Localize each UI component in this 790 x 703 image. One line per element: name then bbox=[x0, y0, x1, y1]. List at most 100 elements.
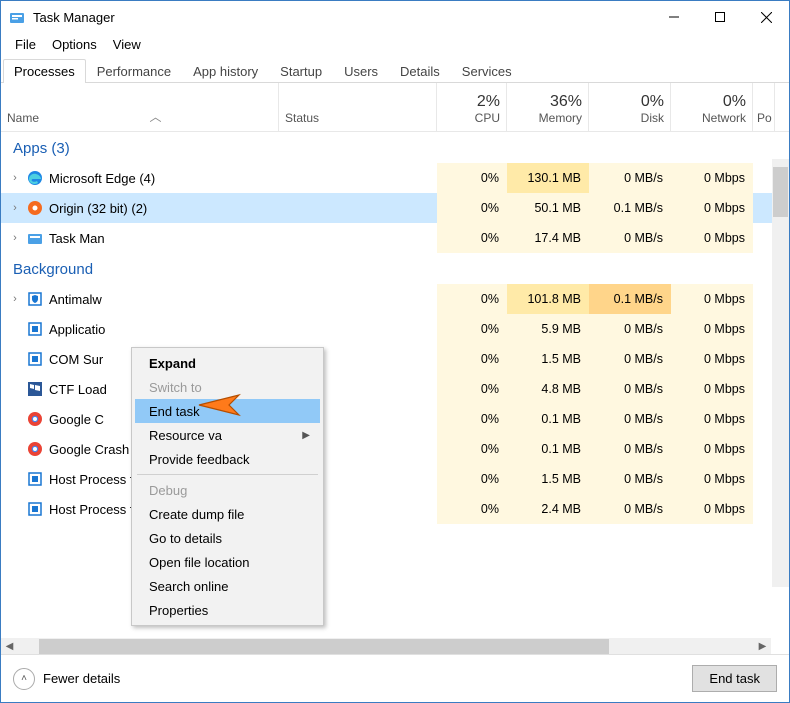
ctx-open-location[interactable]: Open file location bbox=[135, 550, 320, 574]
network-cell: 0 Mbps bbox=[671, 494, 753, 524]
chevron-right-icon: ▶ bbox=[302, 430, 310, 441]
scrollbar-thumb[interactable] bbox=[39, 639, 609, 654]
menu-options[interactable]: Options bbox=[44, 35, 105, 54]
process-icon bbox=[27, 351, 43, 367]
scroll-right-icon[interactable]: ▶ bbox=[754, 638, 771, 655]
process-name: COM Sur bbox=[49, 352, 103, 367]
network-cell: 0 Mbps bbox=[671, 284, 753, 314]
scroll-left-icon[interactable]: ◀ bbox=[1, 638, 18, 655]
ctx-go-to-details[interactable]: Go to details bbox=[135, 526, 320, 550]
ctx-properties[interactable]: Properties bbox=[135, 598, 320, 622]
menu-file[interactable]: File bbox=[7, 35, 44, 54]
disk-cell: 0 MB/s bbox=[589, 464, 671, 494]
scrollbar-thumb[interactable] bbox=[773, 167, 788, 217]
minimize-button[interactable] bbox=[651, 1, 697, 33]
ctx-search-online[interactable]: Search online bbox=[135, 574, 320, 598]
tab-startup[interactable]: Startup bbox=[269, 59, 333, 83]
process-name: Task Man bbox=[49, 231, 105, 246]
expand-chevron-icon[interactable]: › bbox=[7, 202, 23, 214]
expand-chevron-icon[interactable]: › bbox=[7, 232, 23, 244]
memory-cell: 130.1 MB bbox=[507, 163, 589, 193]
group-apps[interactable]: Apps (3) bbox=[1, 132, 789, 163]
col-overflow[interactable]: 0Po bbox=[753, 83, 775, 131]
close-button[interactable] bbox=[743, 1, 789, 33]
tab-services[interactable]: Services bbox=[451, 59, 523, 83]
process-row[interactable]: › Origin (32 bit) (2) 0%50.1 MB0.1 MB/s0 M… bbox=[1, 193, 789, 223]
menubar: File Options View bbox=[1, 33, 789, 55]
process-row[interactable]: Host Process for Windows Tasks0%2.4 MB0 … bbox=[1, 494, 789, 524]
process-icon bbox=[27, 291, 43, 307]
tab-performance[interactable]: Performance bbox=[86, 59, 182, 83]
col-network[interactable]: 0%Network bbox=[671, 83, 753, 131]
process-row[interactable]: COM Sur0%1.5 MB0 MB/s0 Mbps bbox=[1, 344, 789, 374]
memory-cell: 4.8 MB bbox=[507, 374, 589, 404]
horizontal-scrollbar[interactable]: ◀ ▶ bbox=[1, 638, 771, 655]
tab-users[interactable]: Users bbox=[333, 59, 389, 83]
cpu-cell: 0% bbox=[437, 223, 507, 253]
memory-cell: 101.8 MB bbox=[507, 284, 589, 314]
memory-cell: 50.1 MB bbox=[507, 193, 589, 223]
expand-chevron-icon[interactable]: › bbox=[7, 172, 23, 184]
tab-processes[interactable]: Processes bbox=[3, 59, 86, 83]
network-cell: 0 Mbps bbox=[671, 223, 753, 253]
process-row[interactable]: Host Process for Windows Tasks0%1.5 MB0 … bbox=[1, 464, 789, 494]
disk-cell: 0 MB/s bbox=[589, 163, 671, 193]
process-icon bbox=[27, 321, 43, 337]
process-icon bbox=[27, 441, 43, 457]
process-row[interactable]: Applicatio0%5.9 MB0 MB/s0 Mbps bbox=[1, 314, 789, 344]
process-row[interactable]: Google Crash Handler (32 bit)0%0.1 MB0 M… bbox=[1, 434, 789, 464]
process-icon bbox=[27, 501, 43, 517]
col-name-label: Name bbox=[7, 111, 39, 125]
memory-cell: 1.5 MB bbox=[507, 464, 589, 494]
menu-view[interactable]: View bbox=[105, 35, 149, 54]
ctx-expand[interactable]: Expand bbox=[135, 351, 320, 375]
ctx-debug[interactable]: Debug bbox=[135, 478, 320, 502]
process-name: Antimalw bbox=[49, 292, 102, 307]
network-cell: 0 Mbps bbox=[671, 344, 753, 374]
col-disk[interactable]: 0%Disk bbox=[589, 83, 671, 131]
fewer-details-button[interactable]: ˄ Fewer details bbox=[13, 668, 120, 690]
app-icon bbox=[9, 9, 25, 25]
expand-chevron-icon[interactable]: › bbox=[7, 293, 23, 305]
end-task-button[interactable]: End task bbox=[692, 665, 777, 692]
col-status[interactable]: Status bbox=[279, 83, 437, 131]
process-row[interactable]: ›Microsoft Edge (4)0%130.1 MB0 MB/s0 Mbp… bbox=[1, 163, 789, 193]
ctx-provide-feedback[interactable]: Provide feedback bbox=[135, 447, 320, 471]
cpu-cell: 0% bbox=[437, 163, 507, 193]
process-row[interactable]: Google C0%0.1 MB0 MB/s0 Mbps bbox=[1, 404, 789, 434]
process-row[interactable]: ›Antimalw0%101.8 MB0.1 MB/s0 Mbps bbox=[1, 284, 789, 314]
footer: ˄ Fewer details End task bbox=[1, 654, 789, 702]
network-cell: 0 Mbps bbox=[671, 464, 753, 494]
window-title: Task Manager bbox=[33, 10, 651, 25]
cpu-cell: 0% bbox=[437, 434, 507, 464]
maximize-button[interactable] bbox=[697, 1, 743, 33]
process-name: Applicatio bbox=[49, 322, 105, 337]
disk-cell: 0 MB/s bbox=[589, 314, 671, 344]
disk-cell: 0 MB/s bbox=[589, 494, 671, 524]
process-row[interactable]: ›Task Man0%17.4 MB0 MB/s0 Mbps bbox=[1, 223, 789, 253]
network-cell: 0 Mbps bbox=[671, 193, 753, 223]
cpu-cell: 0% bbox=[437, 193, 507, 223]
tab-strip: ProcessesPerformanceApp historyStartupUs… bbox=[1, 55, 789, 83]
col-memory[interactable]: 36%Memory bbox=[507, 83, 589, 131]
tab-details[interactable]: Details bbox=[389, 59, 451, 83]
disk-cell: 0.1 MB/s bbox=[589, 193, 671, 223]
col-cpu[interactable]: 2%CPU bbox=[437, 83, 507, 131]
cpu-cell: 0% bbox=[437, 284, 507, 314]
network-cell: 0 Mbps bbox=[671, 314, 753, 344]
group-background[interactable]: Background bbox=[1, 253, 789, 284]
ctx-create-dump[interactable]: Create dump file bbox=[135, 502, 320, 526]
memory-cell: 17.4 MB bbox=[507, 223, 589, 253]
cpu-cell: 0% bbox=[437, 314, 507, 344]
process-name: Origin (32 bit) (2) bbox=[49, 201, 147, 216]
vertical-scrollbar[interactable] bbox=[772, 159, 789, 587]
process-row[interactable]: CTF Load0%4.8 MB0 MB/s0 Mbps bbox=[1, 374, 789, 404]
process-icon bbox=[27, 381, 43, 397]
col-name[interactable]: Name ︿ bbox=[1, 83, 279, 131]
process-list: Apps (3)›Microsoft Edge (4)0%130.1 MB0 M… bbox=[1, 132, 789, 524]
process-icon bbox=[27, 230, 43, 246]
cpu-cell: 0% bbox=[437, 404, 507, 434]
memory-cell: 1.5 MB bbox=[507, 344, 589, 374]
cursor-arrow-icon bbox=[197, 383, 247, 430]
tab-app-history[interactable]: App history bbox=[182, 59, 269, 83]
